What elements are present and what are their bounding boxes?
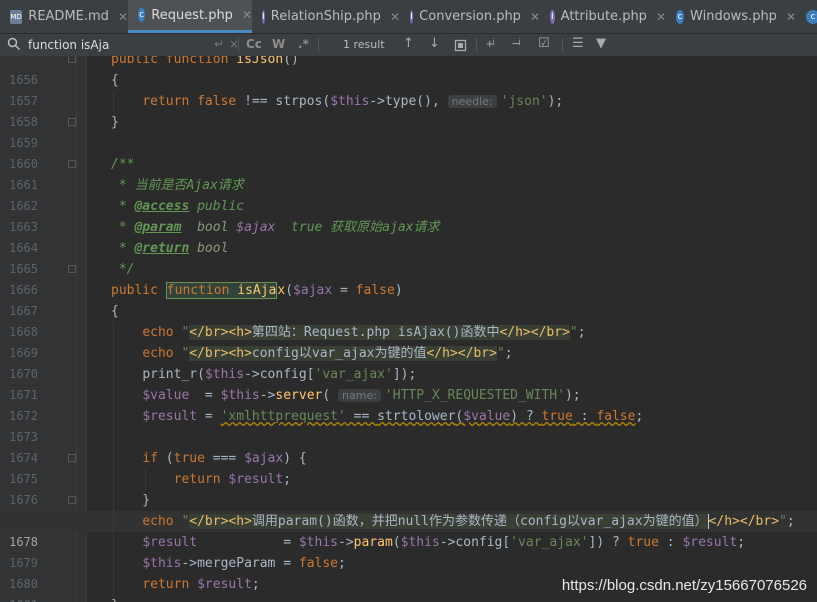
select-occurrences-icon[interactable]: ☑ [538,36,550,51]
divider [476,38,477,52]
fold-marker-icon[interactable] [68,454,76,462]
tab-label: RelationShip.php [270,9,381,24]
find-bar: ↵ ⨯ Cc W .* 1 result ↑ ↓ +ͥ −ͥ ☑ ☰ ▼ [0,34,817,57]
fold-marker-icon[interactable] [68,56,76,63]
code-line: 1679 $result = $this->param($this->confi… [0,532,817,570]
code-line-current: 1678 echo "</br><h>调用param()函数，并把null作为参… [0,511,817,549]
tab-windows[interactable]: c Windows.php ✕ [666,0,796,33]
search-match-highlight: function isAja [165,282,278,299]
close-icon[interactable]: ✕ [118,10,128,24]
filter-options-icon[interactable]: ☰ [572,36,584,51]
code-line: 1672 $value = $this->server( name: 'HTTP_… [0,385,817,423]
code-editor[interactable]: 1656 public function isJson() 1657 { 165… [0,56,817,602]
php-class-icon: c [806,9,817,24]
code-line: } [0,595,817,602]
code-line: 1668 { [0,301,817,339]
search-input[interactable] [28,36,208,53]
tab-label: Conversion.php [419,9,521,24]
parameter-hint: needle: [447,95,497,108]
tab-conversion[interactable]: I Conversion.php ✕ [400,0,540,33]
code-line: 1667 public function isAjax($ajax = fals… [0,280,817,318]
fold-marker-icon[interactable] [68,160,76,168]
tab-label: Windows.php [690,9,777,24]
code-line: 1677 } [0,490,817,528]
divider [238,38,239,52]
tab-readme[interactable]: MD README.md ✕ [0,0,128,33]
regex-toggle[interactable]: .* [298,37,309,51]
code-line: 1661 /** [0,154,817,192]
select-all-occurrences-icon[interactable] [454,36,467,56]
code-line: 1673 $result = 'xmlhttprequest' == strto… [0,406,817,444]
close-icon[interactable]: ✕ [786,10,796,24]
tab-label: Request.php [151,7,233,23]
editor-tab-bar: MD README.md ✕ c Request.php ✕ I Relatio… [0,0,817,34]
code-line: 1658 return false !== strpos($this->type… [0,91,817,129]
tab-overflow[interactable]: c [796,0,817,33]
code-line: 1671 print_r($this->config['var_ajax']); [0,364,817,402]
code-line: 1676 return $result; [0,469,817,507]
watermark: https://blog.csdn.net/zy15667076526 [561,577,807,594]
code-line: 1656 public function isJson() [0,56,817,87]
match-case-toggle[interactable]: Cc [246,37,262,51]
code-line: 1663 * @access public [0,196,817,234]
close-icon[interactable]: ✕ [656,10,666,24]
match-count: 1 result [343,38,385,51]
code-line: 1666 */ [0,259,817,297]
php-interface-icon: I [262,9,265,24]
tab-label: README.md [28,9,109,24]
divider [562,38,563,52]
fold-marker-icon[interactable] [68,118,76,126]
tab-request[interactable]: c Request.php ✕ [128,0,252,33]
tab-relationship[interactable]: I RelationShip.php ✕ [252,0,400,33]
fold-marker-icon[interactable] [68,265,76,273]
code-line: 1670 echo "</br><h>config以var_ajax为键的值</… [0,343,817,381]
add-occurrence-icon[interactable]: +ͥ [486,36,494,52]
next-occurrence-icon[interactable]: ↓ [429,36,440,51]
close-icon[interactable]: ✕ [390,10,400,24]
tab-label: Attribute.php [560,9,647,24]
code-line: 1665 * @return bool [0,238,817,276]
code-line: 1659 } [0,112,817,150]
filter-icon[interactable]: ▼ [596,36,606,51]
code-line: 1662 * 当前是否Ajax请求 [0,175,817,213]
whole-words-toggle[interactable]: W [272,37,285,51]
markdown-file-icon: MD [10,9,23,24]
code-line: 1660 [0,133,817,171]
fold-marker-icon[interactable] [68,496,76,504]
php-class-icon: c [676,9,685,24]
newline-icon[interactable]: ↵ [214,37,224,51]
code-line: 1675 if (true === $ajax) { [0,448,817,486]
parameter-hint: name: [338,389,381,402]
close-icon[interactable]: ✕ [530,10,540,24]
code-line: 1657 { [0,70,817,108]
tab-attribute[interactable]: I Attribute.php ✕ [540,0,666,33]
code-line: 1680 $this->mergeParam = false; [0,553,817,591]
php-class-icon: c [138,8,146,22]
search-icon[interactable] [7,37,21,54]
previous-occurrence-icon[interactable]: ↑ [403,36,414,51]
remove-occurrence-icon[interactable]: −ͥ [512,36,520,52]
code-line: 1669 echo "</br><h>第四站：Request.php isAja… [0,322,817,360]
divider [318,38,319,52]
code-line: 1664 * @param bool $ajax true 获取原始ajax请求 [0,217,817,255]
close-icon[interactable]: ✕ [242,8,252,22]
php-interface-icon: I [550,9,555,24]
code-line: 1674 [0,427,817,465]
php-interface-icon: I [410,9,414,24]
